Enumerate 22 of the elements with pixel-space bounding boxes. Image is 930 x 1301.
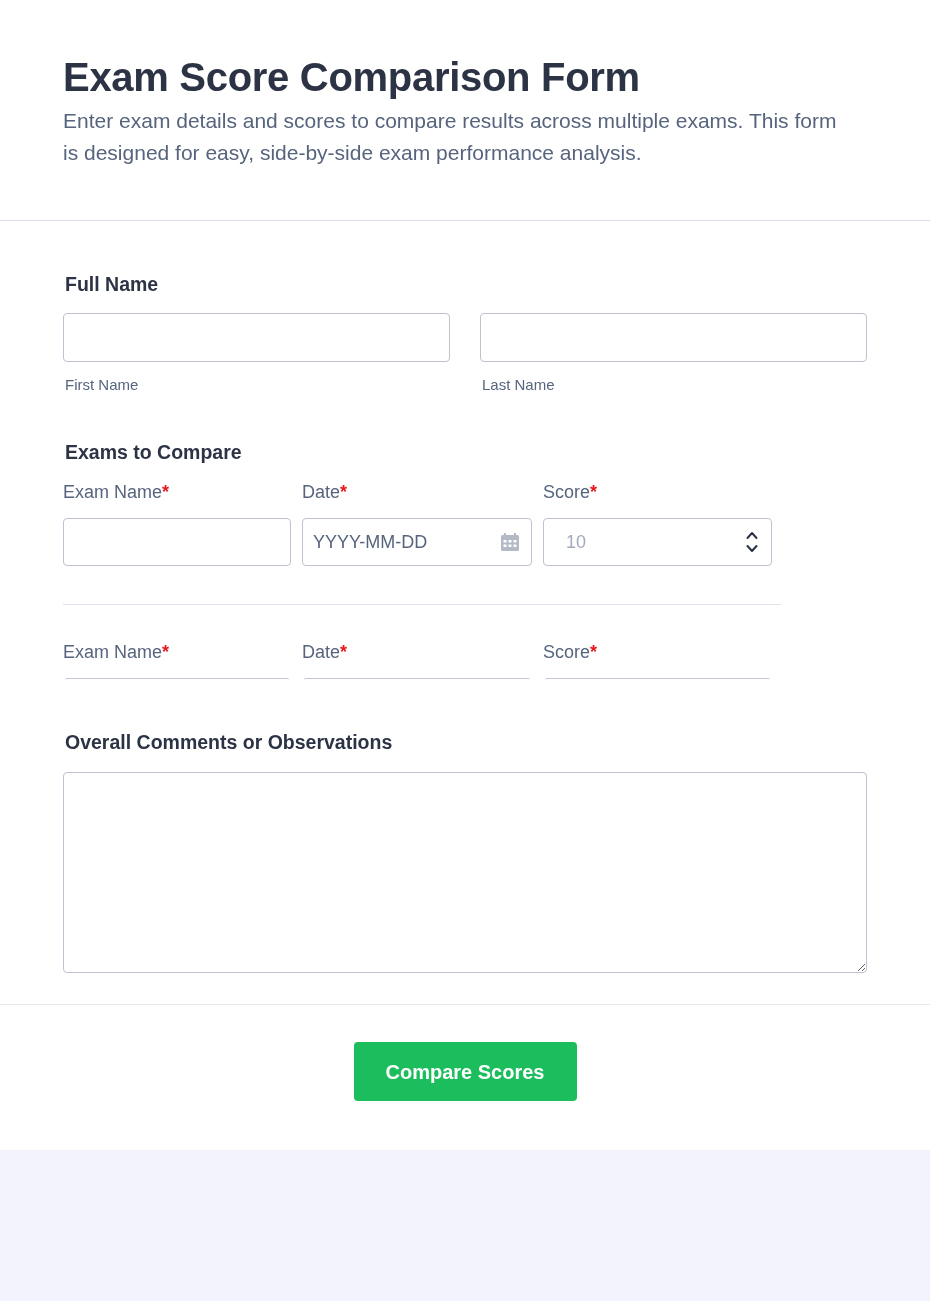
field-label: Date* [302,481,348,504]
field-label: Exam Name* [63,481,170,504]
form-title: Exam Score Comparison Form [63,54,641,101]
date-field[interactable]: YYYY-MM-DD [302,518,532,566]
field-sublabel: Last Name [482,375,556,395]
calendar-icon[interactable] [501,533,519,551]
input-field[interactable] [63,313,450,362]
field-label: Score* [543,641,598,664]
score-field[interactable]: 10 [543,518,772,566]
form-description: Enter exam details and scores to compare results across multiple exams. This form is designed for easy, side-by-side exam performance analysis. [63,108,838,166]
input-field[interactable] [480,313,867,362]
field-label: Exams to Compare [65,440,243,464]
spinner-icon[interactable] [746,530,758,554]
field-label: Date* [302,641,348,664]
comments-textarea[interactable] [63,772,867,973]
compare-scores-button[interactable]: Compare Scores [353,1042,577,1101]
field-label: Full Name [65,272,160,296]
field-label: Score* [543,481,598,504]
exam-name-field[interactable] [63,518,291,566]
field-label: Exam Name* [63,641,170,664]
field-label: Overall Comments or Observations [65,730,394,754]
field-sublabel: First Name [65,375,140,395]
